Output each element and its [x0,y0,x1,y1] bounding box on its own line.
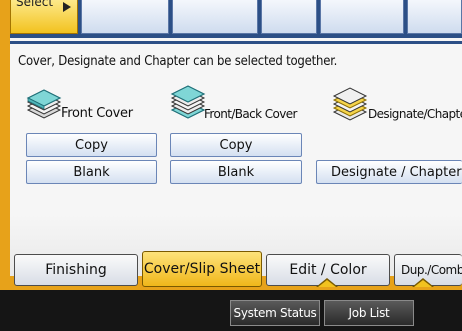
front-cover-blank-button[interactable]: Blank [26,160,157,184]
top-button-strip: Select [10,0,462,38]
job-list-button[interactable]: Job List [324,300,414,326]
top-option-button[interactable] [172,0,258,34]
front-cover-copy-button[interactable]: Copy [26,133,157,157]
tab-indicator-fill [414,280,432,287]
tab-indicator-fill [318,280,336,287]
top-option-button[interactable] [407,0,462,34]
tab-edit-color-label: Edit / Color [289,262,367,278]
top-option-button[interactable] [81,0,169,34]
front-cover-label: Front Cover [61,106,133,121]
designate-chapter-button[interactable]: Designate / Chapter [316,160,462,184]
front-back-cover-label: Front/Back Cover [204,107,297,121]
tab-dup-combine-label: Dup./Combine [401,263,462,277]
status-bar: System Status Job List [0,290,462,331]
front-back-cover-blank-button[interactable]: Blank [170,160,302,184]
designate-chapter-stack-icon [332,87,368,121]
select-button[interactable]: Select [10,0,78,34]
front-back-cover-stack-icon [170,85,206,119]
arrow-right-icon [63,2,71,12]
divider [10,41,462,44]
top-option-button[interactable] [320,0,404,34]
tab-finishing[interactable]: Finishing [14,254,138,286]
info-message: Cover, Designate and Chapter can be sele… [18,54,338,69]
tab-cover-slip-sheet[interactable]: Cover/Slip Sheet [142,251,262,287]
select-label: Select [16,0,54,9]
front-cover-stack-icon [26,89,62,119]
system-status-button[interactable]: System Status [230,300,320,326]
front-back-cover-copy-button[interactable]: Copy [170,133,302,157]
designate-chapter-label: Designate/Chapter [368,107,462,121]
top-option-button[interactable] [261,0,317,34]
